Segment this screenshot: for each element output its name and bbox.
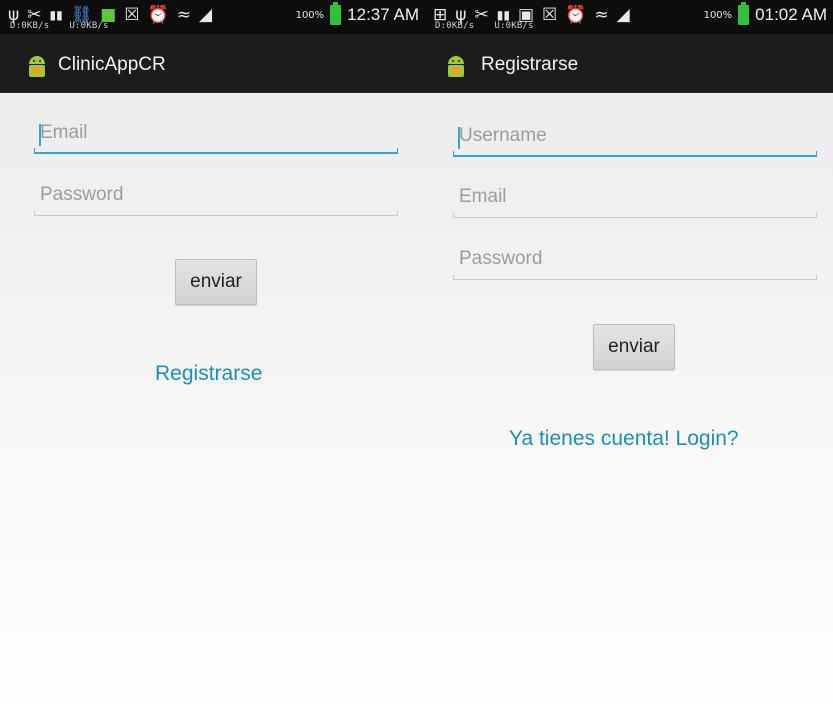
wifi-icon: ≈	[594, 5, 609, 25]
battery-icon	[738, 2, 750, 25]
register-screen: ⊞ ψ ✂ ▮▮ ▣ ☒ ⏰ ≈ ◢ D:0KB/s U:0KB/s 100% 0…	[425, 0, 833, 721]
android-app-icon[interactable]	[24, 54, 50, 80]
cell-signal-icon: ◢	[199, 5, 213, 25]
email-underline	[34, 148, 398, 154]
android-app-icon[interactable]	[443, 54, 469, 80]
register-link[interactable]: Registrarse	[155, 362, 262, 386]
download-speed: D:0KB/s	[10, 21, 50, 31]
app-title: ClinicAppCR	[58, 54, 166, 75]
alarm-icon: ⏰	[565, 5, 587, 25]
cell-signal-icon: ◢	[616, 5, 630, 25]
username-placeholder: Username	[459, 125, 547, 146]
password-field[interactable]: Password	[453, 240, 817, 280]
clock: 01:02 AM	[755, 5, 827, 24]
email-field[interactable]: Email	[453, 178, 817, 218]
signal-icon: ▮▮	[496, 8, 510, 22]
password-field[interactable]: Password	[34, 176, 398, 216]
password-placeholder: Password	[459, 248, 543, 269]
email-placeholder: Email	[459, 186, 507, 207]
battery-icon	[330, 2, 342, 25]
email-field[interactable]: Email	[34, 114, 398, 154]
upload-speed: U:0KB/s	[69, 21, 109, 31]
login-screen: ψ ✂ ▮▮ ⛓ ■ ☒ ⏰ ≈ ◢ D:0KB/s U:0KB/s 100% 1…	[0, 0, 425, 721]
battery-percent: 100%	[295, 9, 325, 21]
password-underline	[34, 211, 398, 216]
alarm-icon: ⏰	[147, 5, 169, 25]
status-bar: ⊞ ψ ✂ ▮▮ ▣ ☒ ⏰ ≈ ◢ D:0KB/s U:0KB/s 100% 0…	[425, 0, 833, 34]
network-speed: D:0KB/s U:0KB/s	[10, 21, 129, 31]
clock: 12:37 AM	[347, 5, 419, 24]
status-right: 100% 12:37 AM	[296, 1, 419, 29]
action-bar: Registrarse	[425, 34, 833, 93]
network-speed: D:0KB/s U:0KB/s	[435, 21, 554, 31]
email-placeholder: Email	[40, 122, 88, 143]
screen-title: Registrarse	[481, 54, 579, 75]
action-bar: ClinicAppCR	[0, 34, 425, 93]
username-field[interactable]: Username	[453, 117, 817, 157]
upload-speed: U:0KB/s	[494, 21, 534, 31]
download-speed: D:0KB/s	[435, 21, 475, 31]
password-placeholder: Password	[40, 184, 124, 205]
wifi-icon: ≈	[176, 5, 192, 25]
password-underline	[453, 275, 817, 280]
signal-icon: ▮▮	[49, 8, 63, 22]
status-right: 100% 01:02 AM	[704, 1, 827, 29]
submit-button[interactable]: enviar	[175, 259, 257, 305]
email-underline	[453, 213, 817, 218]
battery-percent: 100%	[703, 9, 733, 21]
username-underline	[453, 151, 817, 157]
submit-button[interactable]: enviar	[593, 324, 675, 370]
status-bar: ψ ✂ ▮▮ ⛓ ■ ☒ ⏰ ≈ ◢ D:0KB/s U:0KB/s 100% 1…	[0, 0, 425, 34]
login-link[interactable]: Ya tienes cuenta! Login?	[509, 427, 739, 451]
